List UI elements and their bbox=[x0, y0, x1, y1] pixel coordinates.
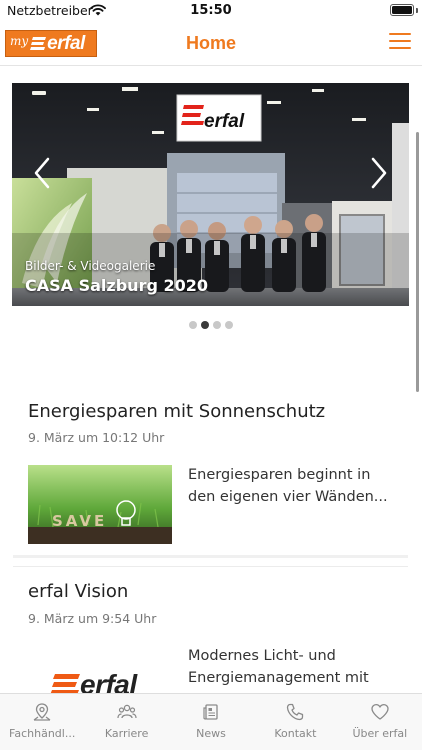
carousel-subtitle: Bilder- & Videogalerie bbox=[25, 259, 156, 273]
carousel-caption: Bilder- & Videogalerie CASA Salzburg 202… bbox=[25, 259, 208, 295]
map-pin-icon bbox=[33, 703, 51, 721]
myerfal-logo[interactable]: my erfal bbox=[5, 30, 97, 57]
tab-fachhaendler[interactable]: Fachhändl... bbox=[0, 694, 84, 750]
tab-news[interactable]: News bbox=[169, 694, 253, 750]
battery-tip bbox=[416, 8, 418, 13]
carousel-dot[interactable] bbox=[225, 321, 233, 329]
phone-icon bbox=[287, 703, 304, 721]
carousel-next-arrow-icon[interactable] bbox=[363, 153, 393, 193]
tab-label: Kontakt bbox=[274, 727, 317, 740]
thumbnail-save-text: SAVE bbox=[52, 512, 107, 530]
tab-ueber-erfal[interactable]: Über erfal bbox=[338, 694, 422, 750]
news-title: erfal Vision bbox=[28, 581, 129, 602]
carousel-page-indicator bbox=[0, 321, 422, 329]
carrier-name: Netzbetreiber bbox=[7, 3, 93, 18]
people-icon bbox=[117, 704, 137, 719]
hamburger-menu-icon[interactable] bbox=[389, 33, 411, 53]
tab-label: Karriere bbox=[104, 727, 149, 740]
wifi-icon bbox=[90, 4, 106, 16]
news-card[interactable]: erfal Vision 9. März um 9:54 Uhr erfal M… bbox=[13, 566, 408, 700]
tab-bar: Fachhändl... Karriere News Kontakt Über … bbox=[0, 693, 422, 750]
heart-icon bbox=[371, 703, 389, 720]
tab-karriere[interactable]: Karriere bbox=[84, 694, 168, 750]
news-excerpt: Energiesparen beginnt in den eigenen vie… bbox=[188, 467, 388, 505]
news-date: 9. März um 10:12 Uhr bbox=[28, 430, 165, 445]
battery-icon bbox=[390, 4, 414, 16]
stand-sign-text: erfal bbox=[204, 111, 245, 132]
image-carousel[interactable]: erfal Bilder- & Videogalerie CASA Salzbu… bbox=[12, 83, 409, 306]
logo-prefix: my bbox=[10, 33, 29, 48]
news-icon bbox=[203, 704, 218, 720]
logo-text: erfal bbox=[47, 32, 85, 54]
navigation-bar: my erfal Home bbox=[0, 22, 422, 66]
news-thumbnail-save-energy: SAVE bbox=[28, 465, 172, 544]
news-excerpt: Modernes Licht- und Energiemanagement mi… bbox=[188, 648, 369, 686]
carousel-dot[interactable] bbox=[213, 321, 221, 329]
tab-label: Über erfal bbox=[352, 727, 408, 740]
news-title: Energiesparen mit Sonnenschutz bbox=[28, 401, 326, 422]
carousel-dot-active[interactable] bbox=[201, 321, 209, 329]
carousel-title: CASA Salzburg 2020 bbox=[25, 276, 209, 295]
tab-label: News bbox=[196, 727, 226, 740]
news-date: 9. März um 9:54 Uhr bbox=[28, 611, 157, 626]
carousel-dot[interactable] bbox=[189, 321, 197, 329]
tab-label: Fachhändl... bbox=[9, 727, 76, 740]
erfal-stripes-icon bbox=[30, 36, 47, 50]
scroll-indicator[interactable] bbox=[416, 132, 419, 392]
status-bar: Netzbetreiber 15:50 bbox=[0, 0, 422, 22]
tab-kontakt[interactable]: Kontakt bbox=[253, 694, 337, 750]
news-card[interactable]: Energiesparen mit Sonnenschutz 9. März u… bbox=[13, 380, 408, 558]
carousel-prev-arrow-icon[interactable] bbox=[28, 153, 58, 193]
